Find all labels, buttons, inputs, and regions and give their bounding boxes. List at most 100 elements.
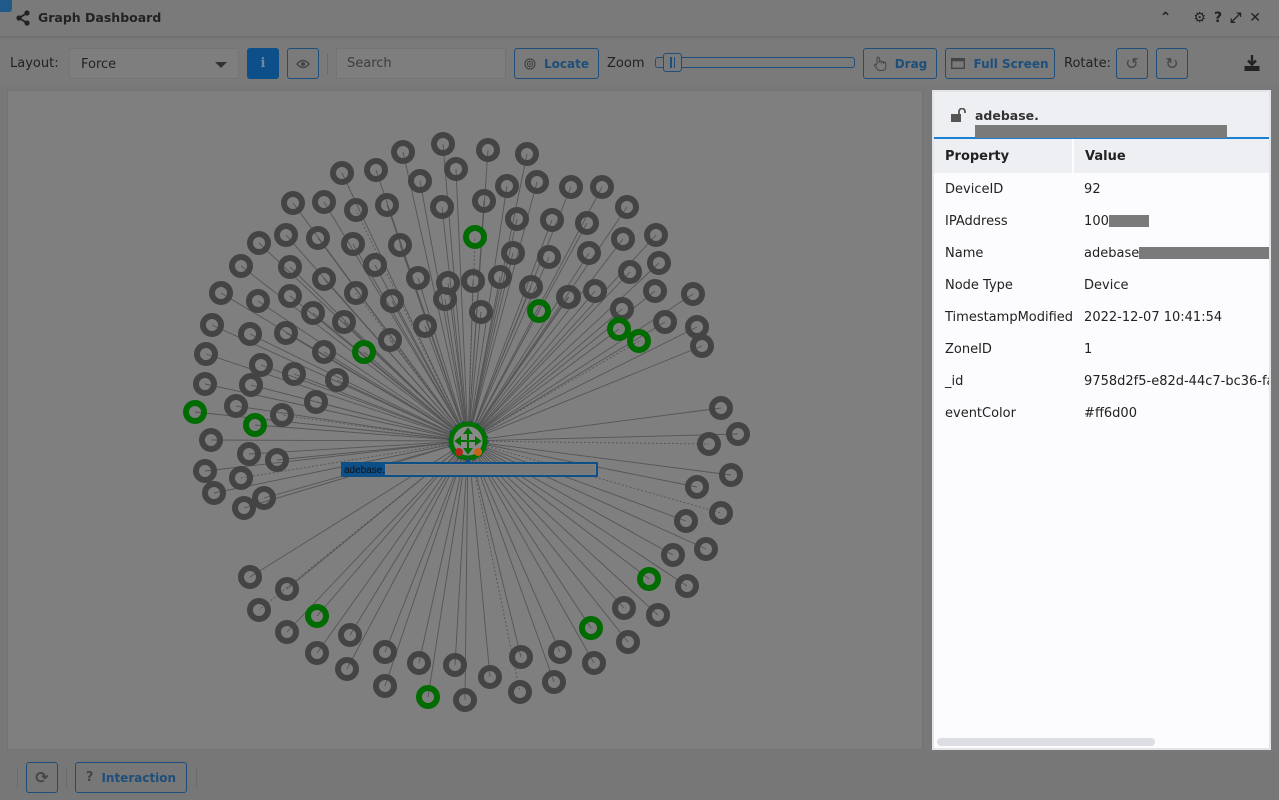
rotate-cw-icon: ↻ [1165, 54, 1179, 73]
property-row[interactable]: TimestampModified 2022-12-07 10:41:54 [934, 301, 1269, 333]
property-key: ZoneID [945, 341, 992, 357]
property-value: #ff6d00 [1073, 397, 1269, 429]
unlock-icon[interactable] [951, 108, 967, 122]
zoom-slider[interactable] [655, 53, 855, 72]
footer-divider [66, 768, 67, 788]
property-key: Node Type [945, 277, 1013, 293]
center-node-label-text: adebase. [344, 465, 385, 476]
horizontal-scrollbar[interactable] [937, 738, 1155, 746]
property-row[interactable]: ZoneID 1 [934, 333, 1269, 365]
tag-badge-icon [474, 448, 482, 456]
title-bar: Graph Dashboard ⌃ ⚙ ? ⤢ ✕ [0, 0, 1279, 38]
hand-pointer-icon [873, 56, 887, 71]
share-nodes-icon [16, 10, 30, 26]
redacted-block [975, 125, 1227, 138]
gear-icon[interactable]: ⚙ [1193, 8, 1206, 28]
zoom-label: Zoom [607, 56, 645, 71]
layout-label: Layout: [10, 56, 59, 71]
caret-down-icon [215, 62, 227, 68]
rotate-label: Rotate: [1064, 56, 1111, 71]
property-row[interactable]: _id 9758d2f5-e82d-44c7-bc36-fab [934, 365, 1271, 397]
property-value-text: 2022-12-07 10:41:54 [1084, 309, 1223, 325]
properties-table: Property Value DeviceID 92 IPAddress 100 Nam… [934, 139, 1271, 429]
value-column-header[interactable]: Value [1072, 139, 1269, 173]
locate-button[interactable]: Locate [514, 48, 599, 79]
property-value-text: 92 [1084, 181, 1101, 197]
property-value-text: 100 [1084, 213, 1109, 229]
property-value: 2022-12-07 10:41:54 [1073, 301, 1269, 333]
property-key: TimestampModified [945, 309, 1074, 325]
download-icon[interactable] [1243, 54, 1261, 72]
properties-panel: adebase. Property Value DeviceID 92 IPAddr… [932, 90, 1271, 750]
refresh-icon: ⟳ [35, 768, 49, 787]
footer-divider [17, 768, 18, 788]
property-key: eventColor [945, 405, 1016, 421]
panel-title: adebase. [975, 108, 1269, 138]
property-key: DeviceID [945, 181, 1004, 197]
interaction-label: Interaction [101, 770, 177, 785]
locate-label: Locate [544, 56, 589, 71]
window-title: Graph Dashboard [38, 10, 162, 25]
property-row[interactable]: Node Type Device [934, 269, 1269, 301]
layout-select-value: Force [81, 57, 117, 72]
interaction-button[interactable]: ? Interaction [75, 762, 187, 793]
property-value: 1 [1073, 333, 1269, 365]
drag-button[interactable]: Drag [863, 48, 937, 79]
info-icon: i [260, 56, 266, 71]
visibility-button[interactable] [287, 48, 319, 79]
property-value-text: adebase [1084, 245, 1140, 261]
info-button[interactable]: i [247, 48, 279, 79]
redacted-block [1108, 215, 1149, 227]
property-value-text: 1 [1084, 341, 1093, 357]
app-logo-icon [0, 0, 12, 12]
property-row[interactable]: eventColor #ff6d00 [934, 397, 1269, 429]
graph-edge [467, 440, 687, 522]
graph-edge [467, 310, 540, 442]
expand-icon[interactable]: ⤢ [1230, 8, 1241, 28]
refresh-button[interactable]: ⟳ [26, 762, 58, 793]
property-value: adebase [1073, 237, 1269, 269]
question-icon: ? [85, 770, 94, 785]
zoom-slider-handle[interactable] [663, 53, 683, 72]
redacted-block [1139, 247, 1269, 259]
property-value-text: #ff6d00 [1084, 405, 1137, 421]
property-value: Device [1073, 269, 1269, 301]
property-row[interactable]: IPAddress 100 [934, 205, 1269, 237]
graph-edge [210, 439, 469, 442]
panel-title-text: adebase. [975, 108, 1039, 123]
graph-edge [467, 326, 698, 442]
rotate-ccw-icon: ↺ [1125, 54, 1139, 73]
search-input[interactable] [336, 48, 506, 79]
alert-badge-icon [455, 448, 463, 456]
property-key: IPAddress [945, 213, 1008, 229]
property-row[interactable]: DeviceID 92 [934, 173, 1269, 205]
toolbar-divider [327, 54, 328, 74]
graph-edge [467, 440, 710, 445]
graph-edge [467, 440, 555, 683]
full-screen-button[interactable]: Full Screen [945, 48, 1055, 79]
rotate-cw-button[interactable]: ↻ [1156, 48, 1188, 79]
window-icon [951, 58, 966, 69]
graph-edge [467, 321, 666, 442]
graph-canvas[interactable]: adebase. [7, 90, 923, 750]
property-key: Name [945, 245, 984, 261]
property-row[interactable]: Name adebase [934, 237, 1269, 269]
layout-select[interactable]: Force [69, 48, 239, 79]
chevron-up-icon[interactable]: ⌃ [1160, 8, 1172, 28]
eye-icon [296, 59, 310, 68]
property-column-header[interactable]: Property [934, 139, 1074, 173]
property-value-text: 9758d2f5-e82d-44c7-bc36-fab [1084, 373, 1271, 389]
graph-svg[interactable]: adebase. [8, 91, 924, 751]
target-icon [524, 57, 536, 70]
close-icon[interactable]: ✕ [1249, 8, 1261, 28]
table-header-row: Property Value [934, 139, 1269, 173]
property-value: 9758d2f5-e82d-44c7-bc36-fab [1073, 365, 1271, 397]
property-key: _id [945, 373, 964, 389]
center-node-label: adebase. [341, 462, 598, 477]
question-icon[interactable]: ? [1214, 8, 1222, 28]
footer-toolbar: ⟳ ? Interaction [0, 752, 1279, 800]
panel-header: adebase. [934, 92, 1269, 139]
rotate-ccw-button[interactable]: ↺ [1116, 48, 1148, 79]
graph-edge [467, 433, 739, 442]
drag-label: Drag [894, 56, 928, 71]
